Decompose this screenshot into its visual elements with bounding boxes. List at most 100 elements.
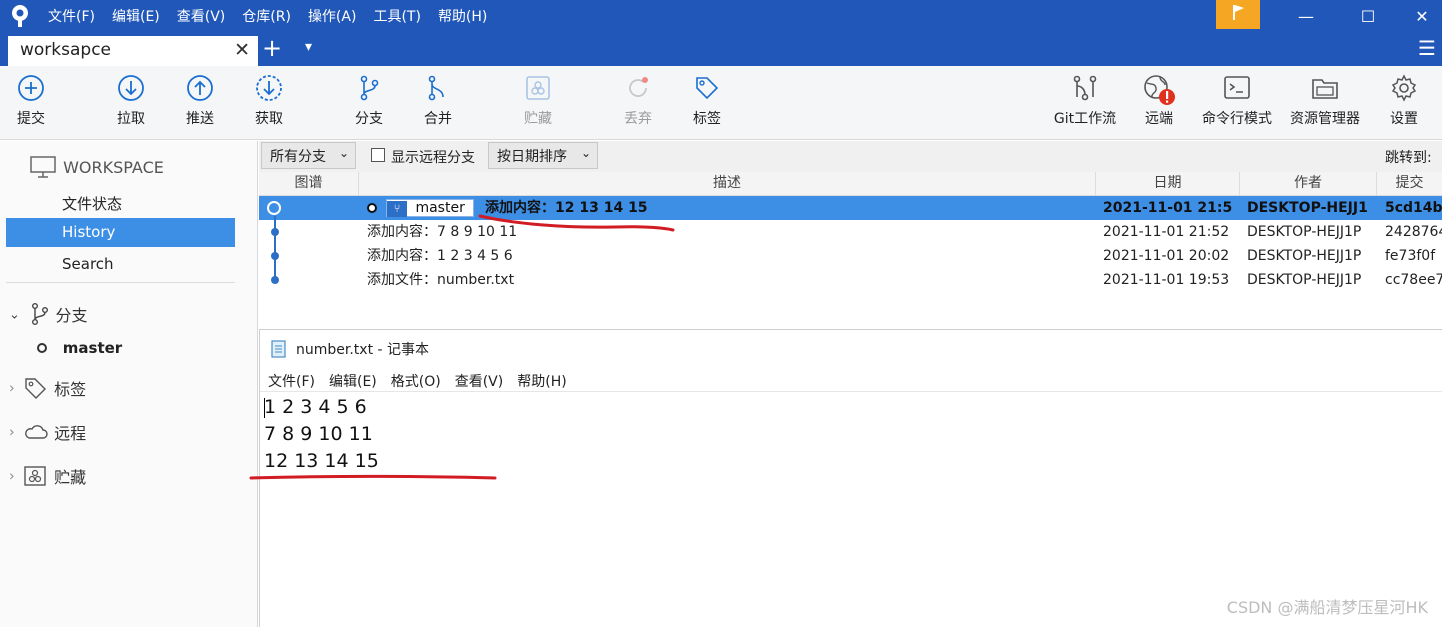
- commit-hash: fe73f0f: [1385, 248, 1436, 264]
- column-graph[interactable]: 图谱: [259, 172, 359, 196]
- notepad-text-area[interactable]: 1 2 3 4 5 6 7 8 9 10 11 12 13 14 15: [264, 394, 379, 475]
- filter-bar: 所有分支 ⌄ 显示远程分支 按日期排序 ⌄ 跳转到:: [259, 141, 1442, 172]
- sidebar-item-search[interactable]: Search: [62, 255, 114, 273]
- branch-button[interactable]: 分支: [334, 74, 404, 128]
- branch-name: master: [62, 338, 123, 357]
- flag-button[interactable]: [1216, 0, 1260, 29]
- push-button[interactable]: 推送: [165, 74, 235, 128]
- watermark: CSDN @满船清梦压星河HK: [1226, 598, 1428, 617]
- sidebar-section-tags[interactable]: › 标签: [9, 376, 86, 400]
- sidebar: WORKSPACE 文件状态 History Search ⌄ 分支 maste…: [0, 141, 258, 627]
- toolbar: 提交 拉取 推送 获取 分支 合并 贮藏 丢弃 标签 Git工作流 远端 命令行…: [0, 66, 1442, 140]
- show-remote-checkbox[interactable]: [371, 148, 385, 162]
- close-button[interactable]: ✕: [1402, 0, 1442, 32]
- commit-row[interactable]: 添加文件：number.txt 2021-11-01 19:53 DESKTOP…: [259, 268, 1442, 292]
- remotes-label: 远程: [54, 424, 87, 443]
- fetch-circle-icon: [256, 75, 282, 101]
- menu-help[interactable]: 帮助(H): [438, 6, 487, 26]
- sidebar-workspace-header[interactable]: WORKSPACE: [30, 156, 164, 178]
- text-cursor: [264, 398, 265, 418]
- current-branch-icon: [37, 342, 47, 353]
- add-tab-button[interactable]: +: [262, 34, 282, 62]
- commit-graph: [271, 216, 279, 284]
- workspace-label: WORKSPACE: [63, 157, 164, 177]
- commit-author: DESKTOP-HEJJ1P: [1247, 224, 1362, 240]
- stashes-label: 贮藏: [54, 468, 87, 487]
- terminal-button[interactable]: 命令行模式: [1199, 74, 1275, 128]
- commit-hash: cc78ee7: [1385, 272, 1442, 288]
- sidebar-section-stashes[interactable]: › 贮藏: [9, 464, 86, 488]
- notepad-menu-format[interactable]: 格式(O): [391, 371, 441, 391]
- tab-workspace[interactable]: worksapce ✕: [8, 36, 258, 66]
- hamburger-menu-icon[interactable]: ☰: [1418, 36, 1436, 60]
- close-tab-icon[interactable]: ✕: [234, 39, 250, 61]
- notepad-title: number.txt - 记事本: [296, 342, 430, 358]
- commit-date: 2021-11-01 19:53: [1103, 272, 1230, 288]
- folder-icon: [1312, 79, 1338, 99]
- maximize-button[interactable]: ☐: [1348, 0, 1388, 32]
- column-commit[interactable]: 提交: [1377, 172, 1442, 196]
- commit-row[interactable]: 添加内容：7 8 9 10 11 2021-11-01 21:52 DESKTO…: [259, 220, 1442, 244]
- branch-badge[interactable]: ⑂ master: [386, 199, 474, 217]
- discard-refresh-icon: [629, 77, 648, 97]
- menu-edit[interactable]: 编辑(E): [112, 6, 160, 26]
- commit-button[interactable]: 提交: [0, 74, 66, 128]
- column-date[interactable]: 日期: [1096, 172, 1240, 196]
- menu-file[interactable]: 文件(F): [48, 6, 95, 26]
- remote-label: 远端: [1145, 111, 1173, 127]
- minimize-button[interactable]: —: [1286, 0, 1326, 32]
- title-bar: 文件(F) 编辑(E) 查看(V) 仓库(R) 操作(A) 工具(T) 帮助(H…: [0, 0, 1442, 32]
- commit-date: 2021-11-01 21:52: [1103, 224, 1230, 240]
- chevron-down-icon: ⌄: [9, 307, 20, 323]
- notepad-menu-edit[interactable]: 编辑(E): [329, 371, 377, 391]
- merge-button[interactable]: 合并: [403, 74, 473, 128]
- menu-repository[interactable]: 仓库(R): [242, 6, 291, 26]
- menu-view[interactable]: 查看(V): [177, 6, 226, 26]
- column-author[interactable]: 作者: [1240, 172, 1377, 196]
- branch-badge-label: master: [415, 200, 465, 216]
- discard-button[interactable]: 丢弃: [603, 74, 673, 128]
- remote-button[interactable]: 远端: [1124, 74, 1194, 128]
- tab-menu-chevron-icon[interactable]: ▾: [305, 39, 312, 55]
- text-line: 7 8 9 10 11: [264, 423, 373, 445]
- discard-label: 丢弃: [624, 111, 652, 127]
- sort-dropdown[interactable]: 按日期排序 ⌄: [488, 142, 598, 169]
- fetch-button[interactable]: 获取: [234, 74, 304, 128]
- sidebar-section-remotes[interactable]: › 远程: [9, 420, 86, 444]
- sidebar-item-file-status[interactable]: 文件状态: [62, 193, 122, 214]
- explorer-button[interactable]: 资源管理器: [1285, 74, 1365, 128]
- pull-label: 拉取: [117, 111, 145, 127]
- chevron-right-icon: ›: [9, 380, 15, 397]
- menu-actions[interactable]: 操作(A): [308, 6, 357, 26]
- notepad-title-bar: number.txt - 记事本: [270, 339, 429, 359]
- notepad-icon: [271, 340, 286, 358]
- tab-bar: worksapce ✕ + ▾ ☰: [0, 32, 1442, 66]
- pull-button[interactable]: 拉取: [96, 74, 166, 128]
- graph-node: [271, 252, 279, 260]
- commit-description: 添加文件：number.txt: [367, 272, 515, 288]
- commit-row[interactable]: ⑂ master 添加内容：12 13 14 15 2021-11-01 21:…: [259, 196, 1442, 220]
- sidebar-section-branches[interactable]: ⌄ 分支: [9, 302, 87, 326]
- notepad-menu-file[interactable]: 文件(F): [268, 371, 315, 391]
- branch-filter-dropdown[interactable]: 所有分支 ⌄: [261, 142, 356, 169]
- chevron-down-icon: ⌄: [338, 146, 349, 160]
- stash-button[interactable]: 贮藏: [503, 74, 573, 128]
- sourcetree-logo-icon: [9, 4, 31, 32]
- show-remote-label: 显示远程分支: [391, 150, 475, 166]
- menu-tools[interactable]: 工具(T): [373, 6, 420, 26]
- branch-badge-icon: ⑂: [387, 201, 407, 217]
- commit-row[interactable]: 添加内容：1 2 3 4 5 6 2021-11-01 20:02 DESKTO…: [259, 244, 1442, 268]
- column-description[interactable]: 描述: [359, 172, 1096, 196]
- gear-icon: [1391, 74, 1417, 102]
- notepad-menu-view[interactable]: 查看(V): [455, 371, 504, 391]
- tag-button[interactable]: 标签: [672, 74, 742, 128]
- sidebar-item-label: History: [62, 223, 116, 241]
- arrow-down-circle-icon: [118, 75, 144, 101]
- commit-label: 提交: [17, 111, 45, 127]
- notepad-menu-help[interactable]: 帮助(H): [517, 371, 566, 391]
- settings-button[interactable]: 设置: [1369, 74, 1439, 128]
- sidebar-item-history[interactable]: History: [6, 218, 235, 247]
- sidebar-branch-master[interactable]: master: [37, 338, 122, 357]
- gitflow-button[interactable]: Git工作流: [1049, 74, 1121, 128]
- stash-icon: [24, 466, 47, 486]
